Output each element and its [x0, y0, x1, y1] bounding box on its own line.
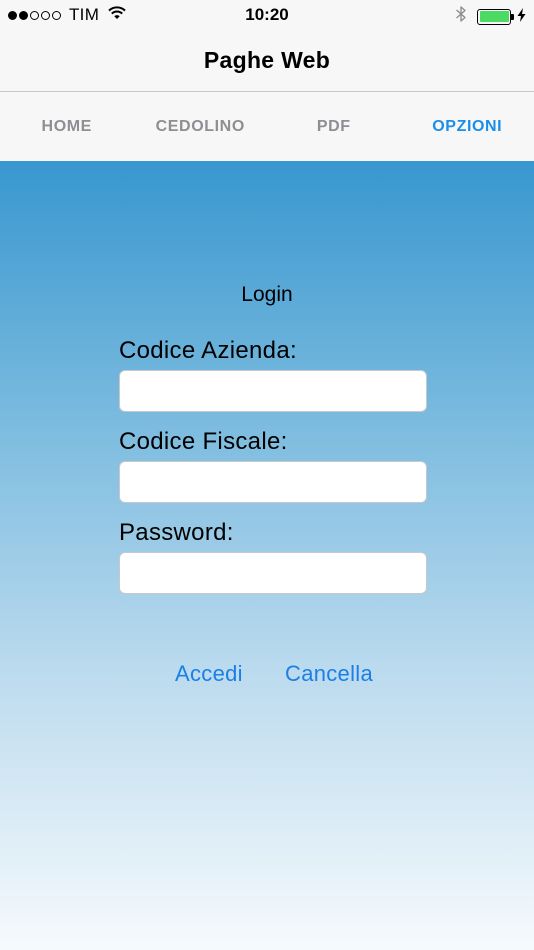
- nav-title: Paghe Web: [203, 47, 331, 73]
- password-input[interactable]: [119, 552, 427, 594]
- tab-pdf[interactable]: PDF: [267, 92, 401, 161]
- password-label: Password:: [119, 519, 234, 546]
- status-bar: TIM 10:20: [0, 0, 534, 30]
- tab-opzioni[interactable]: OPZIONI: [401, 92, 534, 161]
- status-time: 10:20: [245, 5, 289, 24]
- charging-bolt-icon: [517, 7, 526, 27]
- tab-bar: HOME CEDOLINO PDF OPZIONI: [0, 92, 534, 161]
- battery-icon: [477, 8, 514, 25]
- codice-azienda-label: Codice Azienda:: [119, 337, 297, 364]
- cancella-button[interactable]: Cancella: [285, 661, 373, 687]
- accedi-button[interactable]: Accedi: [175, 661, 243, 687]
- tab-home[interactable]: HOME: [0, 92, 134, 161]
- login-panel: Login Codice Azienda: Codice Fiscale: Pa…: [0, 161, 534, 950]
- tab-cedolino[interactable]: CEDOLINO: [134, 92, 268, 161]
- codice-azienda-input[interactable]: [119, 370, 427, 412]
- codice-fiscale-label: Codice Fiscale:: [119, 428, 288, 455]
- login-title: Login: [241, 283, 293, 306]
- bluetooth-icon: [455, 5, 467, 28]
- status-bar-right: [455, 5, 526, 28]
- codice-fiscale-input[interactable]: [119, 461, 427, 503]
- navigation-bar: Paghe Web: [0, 30, 534, 92]
